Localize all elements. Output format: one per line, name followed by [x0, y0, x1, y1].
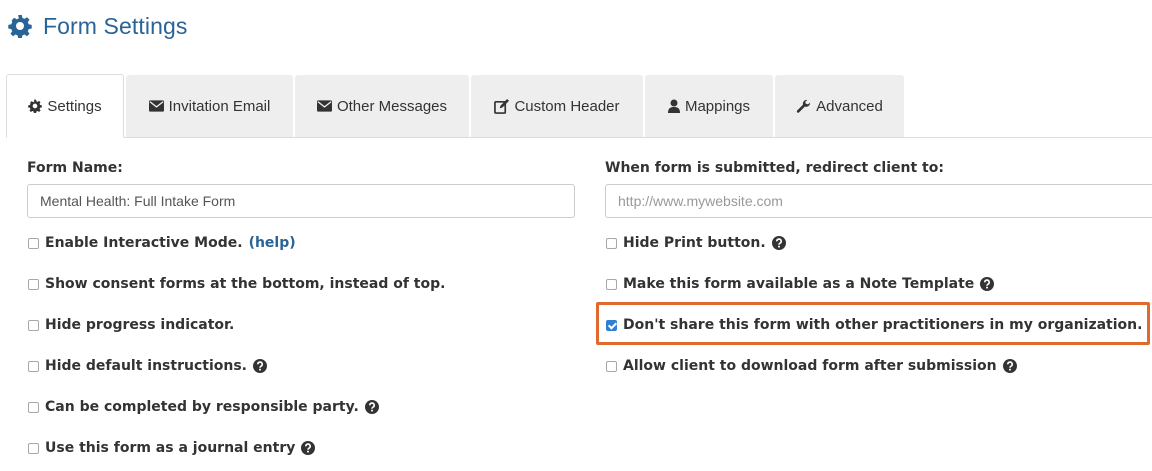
option-note-template[interactable]: Make this form available as a Note Templ…	[606, 276, 995, 292]
redirect-label: When form is submitted, redirect client …	[605, 160, 944, 176]
option-allow-download[interactable]: Allow client to download form after subm…	[606, 358, 1017, 374]
option-label: Enable Interactive Mode.	[45, 235, 243, 251]
option-label: Don't share this form with other practit…	[623, 317, 1143, 333]
option-hide-print[interactable]: Hide Print button.	[606, 235, 786, 251]
user-icon	[667, 99, 680, 113]
gear-icon	[28, 99, 43, 113]
tab-label: Invitation Email	[168, 97, 271, 115]
tab-settings[interactable]: Settings	[6, 74, 124, 138]
checkbox[interactable]	[28, 319, 39, 331]
gear-icon	[8, 15, 32, 38]
question-circle-icon[interactable]	[771, 236, 786, 250]
form-name-input[interactable]	[27, 184, 575, 218]
checkbox[interactable]	[606, 237, 617, 249]
tab-bar: Settings Invitation Email Other Messages…	[6, 74, 1152, 138]
option-hide-instructions[interactable]: Hide default instructions.	[28, 358, 267, 374]
option-interactive-mode[interactable]: Enable Interactive Mode. (help)	[28, 235, 296, 251]
tab-label: Advanced	[816, 97, 883, 115]
tab-label: Custom Header	[514, 97, 620, 115]
option-label: Hide Print button.	[623, 235, 766, 251]
envelope-icon	[148, 100, 164, 112]
tab-label: Mappings	[684, 97, 751, 115]
help-link[interactable]: (help)	[249, 235, 296, 251]
question-circle-icon[interactable]	[1002, 359, 1017, 373]
option-journal-entry[interactable]: Use this form as a journal entry	[28, 440, 316, 456]
option-consent-bottom[interactable]: Show consent forms at the bottom, instea…	[28, 276, 445, 292]
checkbox[interactable]	[28, 442, 39, 454]
option-hide-progress[interactable]: Hide progress indicator.	[28, 317, 234, 333]
checkbox[interactable]	[606, 278, 617, 290]
option-responsible-party[interactable]: Can be completed by responsible party.	[28, 399, 379, 415]
option-label: Use this form as a journal entry	[45, 440, 296, 456]
page-header: Form Settings	[8, 8, 187, 44]
tab-custom-header[interactable]: Custom Header	[471, 75, 643, 137]
envelope-icon	[316, 100, 332, 112]
tab-bar-divider	[6, 137, 1152, 138]
edit-icon	[494, 98, 510, 114]
option-label: Hide progress indicator.	[45, 317, 235, 333]
question-circle-icon[interactable]	[301, 441, 316, 455]
option-label: Allow client to download form after subm…	[623, 358, 997, 374]
tab-mappings[interactable]: Mappings	[645, 75, 773, 137]
checkbox[interactable]	[28, 360, 39, 372]
tab-label: Other Messages	[336, 97, 448, 115]
checkbox[interactable]	[606, 360, 617, 372]
option-label: Hide default instructions.	[45, 358, 247, 374]
option-label: Show consent forms at the bottom, instea…	[45, 276, 446, 292]
tab-advanced[interactable]: Advanced	[775, 75, 904, 137]
tab-label: Settings	[47, 97, 102, 115]
option-dont-share[interactable]: Don't share this form with other practit…	[606, 317, 1142, 333]
checkbox[interactable]	[28, 401, 39, 413]
option-label: Make this form available as a Note Templ…	[623, 276, 975, 292]
question-circle-icon[interactable]	[364, 400, 379, 414]
question-circle-icon[interactable]	[252, 359, 267, 373]
checkbox[interactable]	[28, 237, 39, 249]
question-circle-icon[interactable]	[980, 277, 995, 291]
wrench-icon	[796, 99, 811, 113]
tab-other-messages[interactable]: Other Messages	[295, 75, 469, 137]
tab-invitation-email[interactable]: Invitation Email	[126, 75, 293, 137]
form-name-label: Form Name:	[27, 160, 123, 176]
checkbox[interactable]	[28, 278, 39, 290]
checkbox-checked[interactable]	[606, 319, 617, 331]
redirect-url-input[interactable]	[605, 184, 1152, 218]
page-title: Form Settings	[43, 12, 188, 39]
option-label: Can be completed by responsible party.	[45, 399, 359, 415]
